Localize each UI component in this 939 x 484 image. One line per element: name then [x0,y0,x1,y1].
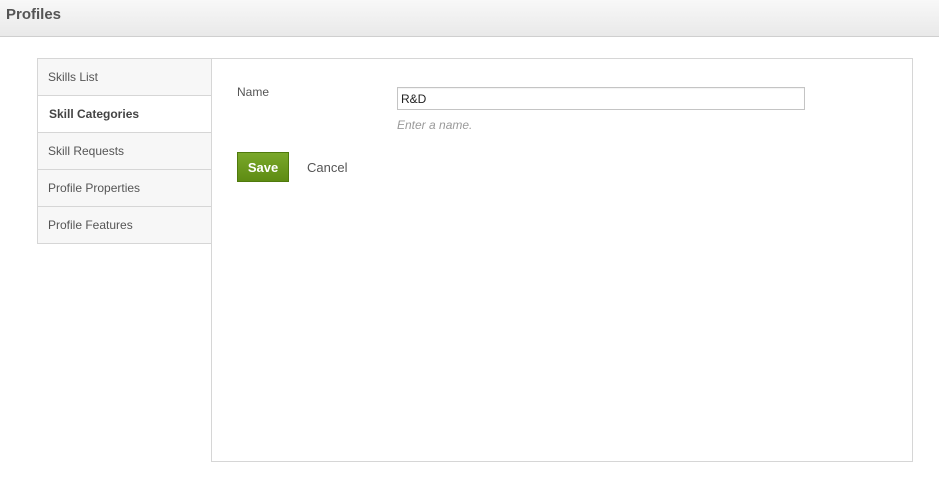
content-panel: Name Enter a name. Save Cancel [211,58,913,462]
sidebar-item-profile-features[interactable]: Profile Features [38,207,212,244]
sidebar-item-profile-properties[interactable]: Profile Properties [38,170,212,207]
name-label: Name [237,85,270,99]
save-button[interactable]: Save [237,152,289,182]
page-header: Profiles [0,0,939,37]
sidebar-nav: Skills List Skill Categories Skill Reque… [37,58,212,244]
sidebar-item-skills-list[interactable]: Skills List [38,59,212,96]
cancel-link[interactable]: Cancel [307,160,347,175]
page-title: Profiles [6,6,62,23]
sidebar-item-skill-requests[interactable]: Skill Requests [38,133,212,170]
sidebar-item-skill-categories[interactable]: Skill Categories [38,96,212,133]
name-input[interactable] [397,87,805,110]
name-help-text: Enter a name. [397,118,473,132]
